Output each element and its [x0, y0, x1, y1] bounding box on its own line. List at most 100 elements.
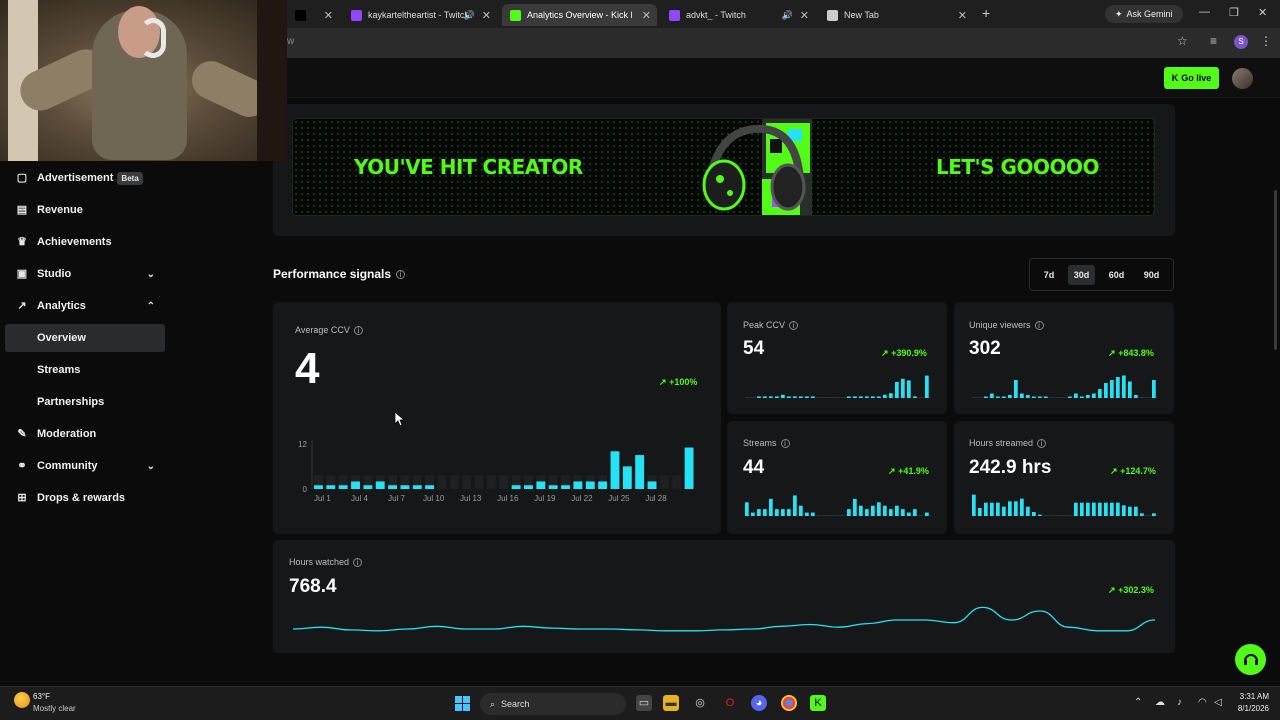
new-tab-button[interactable]: +: [982, 5, 990, 21]
bookmark-star-icon[interactable]: ☆: [1177, 34, 1188, 48]
weather-temperature[interactable]: 63°F: [33, 692, 50, 701]
x-tick-label: Jul 22: [571, 494, 593, 503]
sidebar-item-streams[interactable]: Streams: [5, 356, 165, 384]
browser-tab[interactable]: kaykarteltheartist - Twitch 🔊 ✕: [343, 4, 497, 26]
sparkline-bar: [829, 515, 833, 516]
ask-gemini-button[interactable]: ✦ Ask Gemini: [1105, 5, 1183, 23]
chart-bar: [524, 485, 533, 489]
sparkline-bar: [835, 515, 839, 516]
browser-tab[interactable]: ✕: [287, 4, 339, 26]
sparkline-bar: [787, 509, 791, 516]
volume-icon[interactable]: ◁: [1214, 697, 1222, 708]
range-60d-button[interactable]: 60d: [1103, 265, 1131, 285]
sidebar-item-studio[interactable]: ▣ Studio ⌄: [5, 260, 165, 288]
chart-bar: [573, 481, 583, 489]
windows-start-icon[interactable]: [455, 696, 470, 711]
range-7d-button[interactable]: 7d: [1038, 265, 1061, 285]
hours-streamed-delta: ↗ +124.7%: [1110, 466, 1156, 476]
chart-bar: [536, 481, 546, 489]
trend-up-icon: ↗: [888, 466, 896, 476]
chrome-icon[interactable]: [781, 695, 797, 711]
sparkline-bar: [1032, 396, 1036, 398]
chart-bar: [511, 485, 521, 489]
info-icon[interactable]: i: [1034, 320, 1044, 330]
sparkline-bar: [889, 509, 893, 516]
menu-dots-icon[interactable]: ⋮: [1260, 34, 1272, 48]
tab-audio-icon[interactable]: 🔊: [464, 10, 475, 21]
browser-tab[interactable]: advkt_ - Twitch 🔊 ✕: [661, 4, 815, 26]
chart-bar: [561, 485, 570, 489]
sparkline-bar: [907, 380, 911, 398]
go-live-button[interactable]: K Go live: [1164, 67, 1219, 89]
sidebar-item-analytics[interactable]: ↗ Analytics ⌃: [5, 292, 165, 320]
sidebar-item-overview[interactable]: Overview: [5, 324, 165, 352]
sidebar-item-label: Moderation: [37, 428, 97, 440]
tab-close-icon[interactable]: ✕: [642, 9, 651, 22]
sidebar-item-community[interactable]: ⚭ Community ⌄: [5, 452, 165, 480]
chevron-icon[interactable]: ⌄: [147, 269, 155, 280]
sparkline-bar: [865, 509, 869, 516]
bar-background: [486, 475, 496, 489]
chart-bar: [400, 485, 410, 489]
taskbar-search[interactable]: ⌕ Search: [480, 693, 626, 715]
weather-description[interactable]: Mostly clear: [33, 704, 76, 713]
tab-close-icon[interactable]: ✕: [324, 9, 333, 22]
headset-illustration: [702, 119, 812, 215]
range-90d-button[interactable]: 90d: [1138, 265, 1166, 285]
sidebar-item-advertisement[interactable]: ▢ Advertisement Beta: [5, 164, 165, 192]
kick-app-icon[interactable]: K: [810, 695, 826, 711]
file-explorer-icon[interactable]: ▬: [663, 695, 679, 711]
range-30d-button[interactable]: 30d: [1067, 264, 1096, 285]
tab-close-icon[interactable]: ✕: [800, 9, 809, 22]
chevron-icon[interactable]: ⌃: [147, 301, 155, 312]
x-tick-label: Jul 19: [534, 494, 556, 503]
tab-audio-icon[interactable]: 🔊: [782, 10, 793, 21]
sidebar-item-drops[interactable]: ⊞ Drops & rewards: [5, 484, 165, 512]
info-icon[interactable]: i: [1037, 438, 1047, 448]
browser-tab[interactable]: New Tab ✕: [819, 4, 973, 26]
obs-icon[interactable]: ◎: [692, 695, 708, 711]
wifi-icon[interactable]: ◠: [1198, 697, 1207, 708]
info-icon[interactable]: i: [353, 325, 363, 335]
microphone-icon[interactable]: ♪: [1177, 697, 1182, 708]
sparkline-bar: [823, 397, 827, 398]
profile-avatar[interactable]: S: [1234, 35, 1248, 49]
minimize-icon[interactable]: —: [1199, 6, 1210, 18]
weather-icon[interactable]: [14, 692, 30, 708]
onedrive-icon[interactable]: ☁: [1155, 697, 1165, 708]
sparkline-bar: [1116, 377, 1120, 398]
media-control-icon[interactable]: ≡: [1210, 34, 1217, 48]
sparkline-bar: [829, 397, 833, 398]
sparkline-bar: [835, 397, 839, 398]
peak-ccv-label: Peak CCV i: [743, 320, 799, 330]
info-icon[interactable]: i: [789, 320, 799, 330]
sparkline-bar: [1008, 501, 1012, 516]
streams-delta: ↗ +41.9%: [888, 466, 929, 476]
info-icon[interactable]: i: [353, 557, 363, 567]
discord-icon[interactable]: ◕: [751, 695, 767, 711]
help-chat-button[interactable]: [1235, 644, 1266, 675]
info-icon[interactable]: i: [396, 269, 406, 279]
address-text[interactable]: w: [287, 36, 294, 47]
sidebar-item-partnerships[interactable]: Partnerships: [5, 388, 165, 416]
sidebar-item-achievements[interactable]: ♛ Achievements: [5, 228, 165, 256]
tab-close-icon[interactable]: ✕: [958, 9, 967, 22]
taskbar-time[interactable]: 3:31 AM: [1237, 692, 1269, 701]
sparkline-bar: [799, 396, 803, 398]
taskbar-date[interactable]: 8/1/2026: [1230, 704, 1269, 713]
sparkline-bar: [1104, 502, 1108, 516]
task-view-icon[interactable]: ▭: [636, 695, 652, 711]
sidebar-item-label: Advertisement Beta: [37, 172, 143, 185]
chevron-icon[interactable]: ⌄: [147, 461, 155, 472]
browser-tab[interactable]: Analytics Overview - Kick Dashb ✕: [502, 4, 657, 26]
info-icon[interactable]: i: [780, 438, 790, 448]
restore-icon[interactable]: ❐: [1229, 6, 1239, 19]
user-avatar[interactable]: [1232, 68, 1253, 89]
page-scrollbar[interactable]: [1274, 190, 1277, 350]
sidebar-item-revenue[interactable]: ▤ Revenue: [5, 196, 165, 224]
tab-close-icon[interactable]: ✕: [482, 9, 491, 22]
close-window-icon[interactable]: ✕: [1258, 6, 1267, 19]
sidebar-item-moderation[interactable]: ✎ Moderation: [5, 420, 165, 448]
opera-icon[interactable]: O: [722, 695, 738, 711]
tray-chevron-icon[interactable]: ⌃: [1134, 697, 1142, 708]
